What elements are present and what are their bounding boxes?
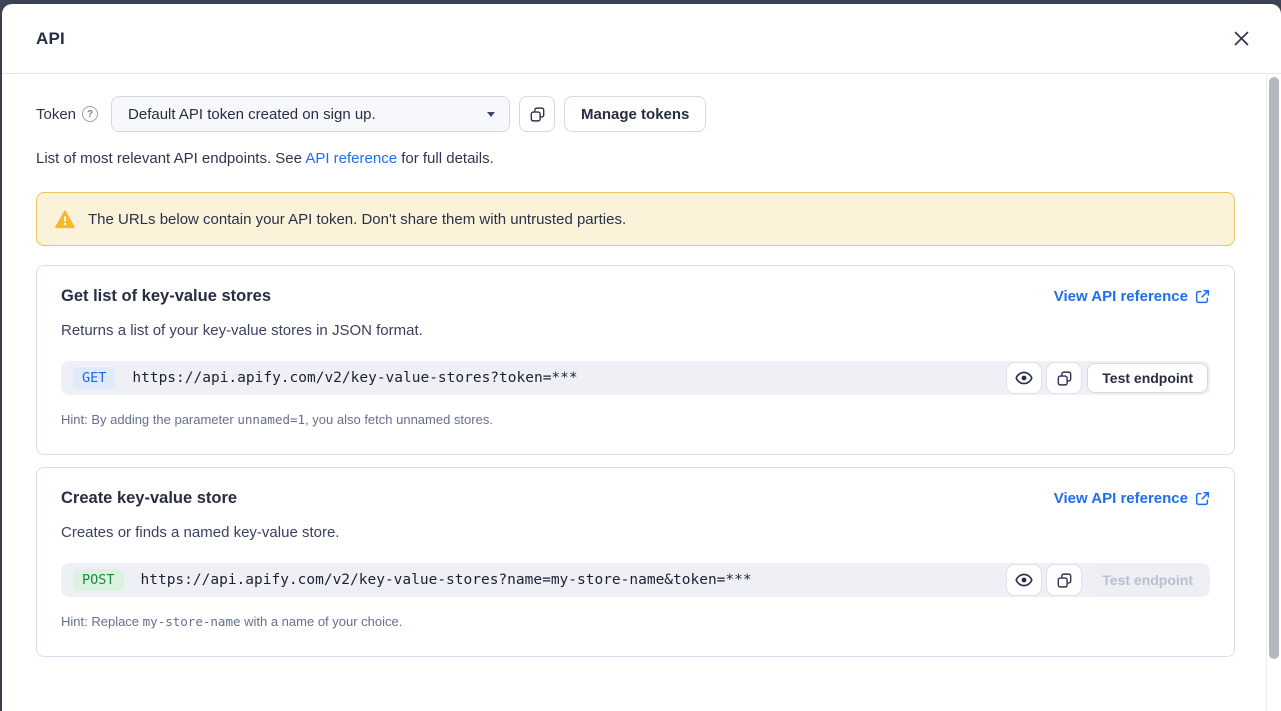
copy-icon xyxy=(1057,371,1072,386)
copy-url-button[interactable] xyxy=(1047,363,1081,393)
help-icon[interactable]: ? xyxy=(82,106,98,122)
token-row: Token ? Default API token created on sig… xyxy=(36,96,1235,132)
close-icon xyxy=(1233,30,1250,47)
api-reference-link[interactable]: API reference xyxy=(305,150,397,167)
card-link-label: View API reference xyxy=(1054,288,1188,305)
intro-after: for full details. xyxy=(397,150,494,167)
api-modal: API Token ? Default API token created on… xyxy=(2,4,1281,711)
view-api-reference-link[interactable]: View API reference xyxy=(1054,288,1210,305)
modal-header: API xyxy=(2,4,1281,74)
hint-prefix: Hint: By adding the parameter xyxy=(61,412,237,427)
scrollbar-track[interactable] xyxy=(1266,75,1281,711)
warning-icon xyxy=(55,210,75,229)
warning-text: The URLs below contain your API token. D… xyxy=(88,211,626,228)
external-link-icon xyxy=(1195,491,1210,506)
copy-icon xyxy=(1057,573,1072,588)
method-badge: POST xyxy=(73,569,124,591)
scrollbar-thumb[interactable] xyxy=(1269,77,1279,659)
token-label: Token xyxy=(36,106,76,123)
test-endpoint-button[interactable]: Test endpoint xyxy=(1087,363,1208,393)
token-select[interactable]: Default API token created on sign up. xyxy=(111,96,510,132)
chevron-down-icon xyxy=(487,112,495,117)
eye-icon xyxy=(1015,371,1033,385)
copy-url-button[interactable] xyxy=(1047,565,1081,595)
warning-banner: The URLs below contain your API token. D… xyxy=(36,192,1235,246)
endpoint-card-get-stores: Get list of key-value stores View API re… xyxy=(36,265,1235,455)
hint-code: my-store-name xyxy=(143,614,241,629)
copy-token-button[interactable] xyxy=(519,96,555,132)
modal-body: Token ? Default API token created on sig… xyxy=(2,74,1281,657)
view-api-reference-link[interactable]: View API reference xyxy=(1054,490,1210,507)
intro-text: List of most relevant API endpoints. See… xyxy=(36,149,1235,169)
endpoint-url: https://api.apify.com/v2/key-value-store… xyxy=(132,370,1007,386)
reveal-token-button[interactable] xyxy=(1007,363,1041,393)
manage-tokens-button[interactable]: Manage tokens xyxy=(564,96,706,132)
endpoint-url: https://api.apify.com/v2/key-value-store… xyxy=(141,572,1008,588)
card-title: Create key-value store xyxy=(61,489,237,508)
eye-icon xyxy=(1015,573,1033,587)
card-description: Returns a list of your key-value stores … xyxy=(61,322,1210,339)
external-link-icon xyxy=(1195,289,1210,304)
card-description: Creates or finds a named key-value store… xyxy=(61,524,1210,541)
endpoint-card-create-store: Create key-value store View API referenc… xyxy=(36,467,1235,657)
endpoint-row: POST https://api.apify.com/v2/key-value-… xyxy=(61,563,1210,597)
endpoint-cards: Get list of key-value stores View API re… xyxy=(36,265,1235,657)
hint-suffix: with a name of your choice. xyxy=(241,614,403,629)
page-title: API xyxy=(36,29,65,49)
hint-code: unnamed=1 xyxy=(237,412,305,427)
card-title: Get list of key-value stores xyxy=(61,287,271,306)
test-endpoint-button[interactable]: Test endpoint xyxy=(1087,565,1208,595)
hint-prefix: Hint: Replace xyxy=(61,614,143,629)
hint-suffix: , you also fetch unnamed stores. xyxy=(305,412,493,427)
method-badge: GET xyxy=(73,367,115,389)
endpoint-hint: Hint: By adding the parameter unnamed=1,… xyxy=(61,412,1210,427)
reveal-token-button[interactable] xyxy=(1007,565,1041,595)
close-button[interactable] xyxy=(1223,21,1259,57)
token-select-value: Default API token created on sign up. xyxy=(128,106,487,123)
copy-icon xyxy=(530,107,545,122)
endpoint-row: GET https://api.apify.com/v2/key-value-s… xyxy=(61,361,1210,395)
intro-before: List of most relevant API endpoints. See xyxy=(36,150,305,167)
endpoint-hint: Hint: Replace my-store-name with a name … xyxy=(61,614,1210,629)
card-link-label: View API reference xyxy=(1054,490,1188,507)
